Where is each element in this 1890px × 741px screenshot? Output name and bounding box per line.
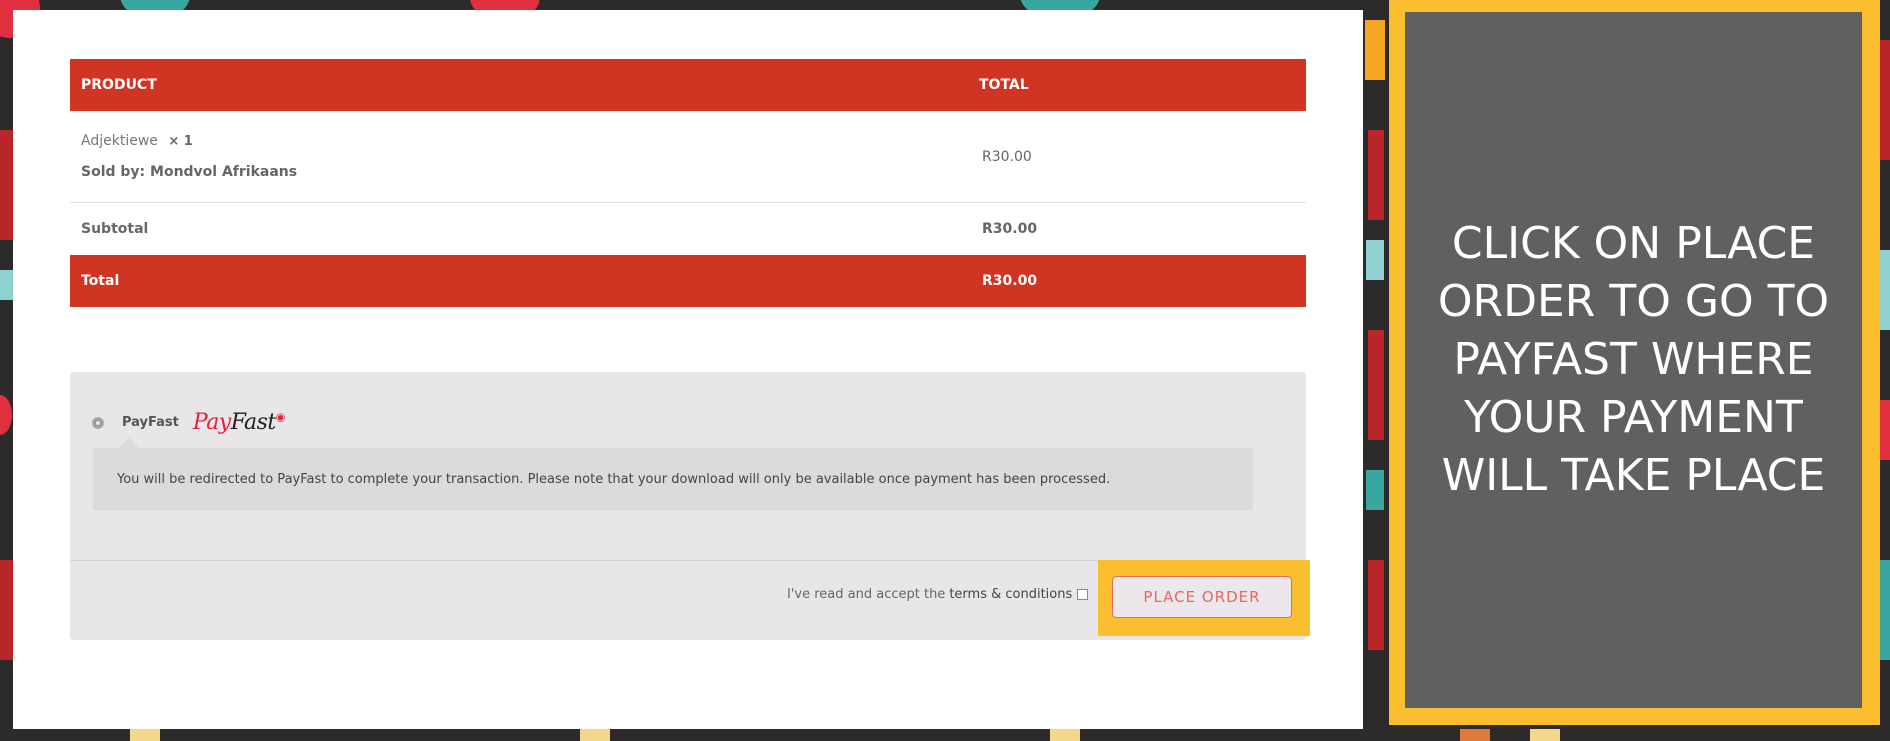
total-value: R30.00 [982, 273, 1038, 289]
place-order-button[interactable]: PLACE ORDER [1112, 576, 1292, 618]
instruction-panel: CLICK ON PLACE ORDER TO GO TO PAYFAST WH… [1405, 12, 1862, 708]
table-row: Adjektiewe × 1 Sold by: Mondvol Afrikaan… [70, 111, 1306, 203]
payment-method-label: PayFast [122, 415, 179, 430]
header-product: PRODUCT [81, 77, 157, 93]
terms-text: I've read and accept the [787, 587, 946, 602]
subtotal-value: R30.00 [982, 221, 1038, 237]
payment-description-box: You will be redirected to PayFast to com… [93, 438, 1253, 510]
payment-method-payfast[interactable]: PayFast PayFast◉ [92, 410, 285, 435]
instruction-callout: CLICK ON PLACE ORDER TO GO TO PAYFAST WH… [1389, 0, 1880, 725]
total-label: Total [81, 273, 120, 289]
subtotal-label: Subtotal [81, 221, 149, 237]
total-row: Total R30.00 [70, 255, 1306, 307]
payment-panel: PayFast PayFast◉ You will be redirected … [70, 372, 1310, 640]
vendor-label: Sold by: Mondvol Afrikaans [81, 163, 298, 180]
payment-description: You will be redirected to PayFast to com… [117, 471, 1111, 487]
payfast-logo: PayFast◉ [192, 410, 286, 435]
subtotal-row: Subtotal R30.00 [70, 203, 1306, 255]
terms-checkbox[interactable] [1077, 589, 1089, 600]
order-review-table: PRODUCT TOTAL Adjektiewe × 1 Sold by: Mo… [70, 59, 1306, 307]
place-order-highlight: PLACE ORDER [1098, 560, 1310, 636]
product-cell: Adjektiewe × 1 Sold by: Mondvol Afrikaan… [70, 126, 979, 188]
product-quantity: × 1 [168, 133, 193, 149]
checkout-card: PRODUCT TOTAL Adjektiewe × 1 Sold by: Mo… [13, 10, 1363, 729]
product-total: R30.00 [982, 148, 1032, 165]
instruction-text: CLICK ON PLACE ORDER TO GO TO PAYFAST WH… [1437, 218, 1830, 501]
payment-radio[interactable] [92, 416, 104, 429]
product-name: Adjektiewe [81, 132, 158, 149]
header-total: TOTAL [979, 77, 1029, 93]
terms-link[interactable]: terms & conditions [949, 587, 1072, 602]
table-header: PRODUCT TOTAL [70, 59, 1306, 111]
terms-row: I've read and accept the terms & conditi… [787, 587, 1089, 602]
